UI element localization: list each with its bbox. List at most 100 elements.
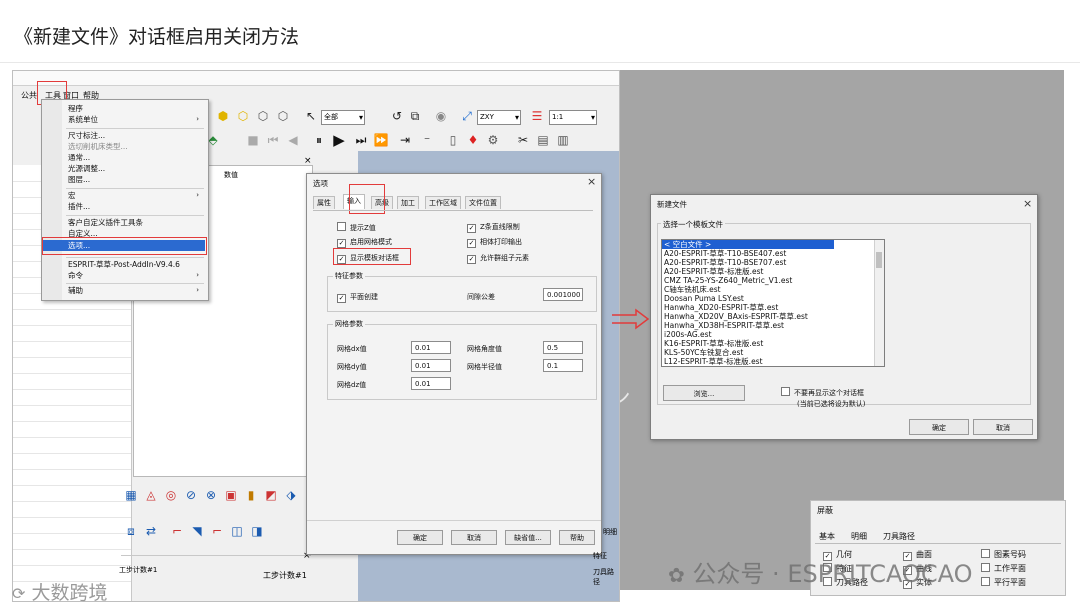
sim-dash-icon[interactable]: ⁻: [419, 132, 435, 148]
tool-icon[interactable]: ▯: [445, 132, 461, 148]
check-group-children[interactable]: ✓ 允许群组子元素: [467, 253, 529, 264]
close-icon[interactable]: ×: [587, 175, 596, 188]
redo-icon[interactable]: ⧉: [407, 108, 423, 124]
ok-button[interactable]: 确定: [909, 419, 969, 435]
pane-close-icon[interactable]: ×: [304, 156, 312, 166]
list-item[interactable]: Hanwha_XD38H-ESPRIT-草草.est: [662, 321, 884, 330]
grid-angle-input[interactable]: 0.5: [543, 341, 583, 354]
grid-dx-input[interactable]: 0.01: [411, 341, 451, 354]
check-parallel-plane[interactable]: 平行平面: [981, 577, 1026, 588]
menu-item-general[interactable]: 通常...: [68, 152, 90, 163]
circle-slash-icon[interactable]: ⊘: [183, 487, 199, 503]
ok-button[interactable]: 确定: [397, 530, 443, 545]
list-item[interactable]: Hanwha_XD20-ESPRIT-草草.est: [662, 303, 884, 312]
stop-icon[interactable]: ◉: [433, 108, 449, 124]
layers-stack-icon[interactable]: ⬗: [283, 487, 299, 503]
surface-icon[interactable]: ◩: [263, 487, 279, 503]
swap-icon[interactable]: ⇄: [143, 523, 159, 539]
scale-combo[interactable]: 1:1: [549, 110, 597, 125]
list-item[interactable]: Hanwha_XD20V_BAxis-ESPRIT-草草.est: [662, 312, 884, 321]
list-item[interactable]: KLS-50YC车铣复合.est: [662, 348, 884, 357]
check-bold-print[interactable]: ✓ 相体打印输出: [467, 237, 522, 248]
sim-play-icon[interactable]: ▶: [331, 132, 347, 148]
grid-dz-input[interactable]: 0.01: [411, 377, 451, 390]
bend-icon[interactable]: ⌐: [169, 523, 185, 539]
defaults-button[interactable]: 缺省值...: [505, 530, 551, 545]
check-prompt-z[interactable]: 提示Z值: [337, 222, 376, 233]
check-work-plane[interactable]: 工作平面: [981, 563, 1026, 574]
tab-machining[interactable]: 加工: [397, 196, 419, 209]
menu-item-post-addin[interactable]: ESPRIT-草草-Post-AddIn-V9.4.6: [68, 259, 180, 270]
sim-stop-icon[interactable]: ■: [245, 132, 261, 148]
menu-item-light[interactable]: 光源调整...: [68, 163, 105, 174]
list-scrollbar[interactable]: [874, 240, 884, 366]
browse-button[interactable]: 浏览...: [663, 385, 745, 401]
gap-tolerance-input[interactable]: 0.001000: [543, 288, 583, 301]
cube-yellow-icon[interactable]: ⬢: [215, 108, 231, 124]
menu-item-dimension[interactable]: 尺寸标注...: [68, 130, 105, 141]
menu-item-program[interactable]: 程序 ›: [68, 103, 83, 114]
grid-radius-input[interactable]: 0.1: [543, 359, 583, 372]
sim-marker-icon[interactable]: ♦: [465, 132, 481, 148]
list-item[interactable]: C轴车铣机床.est: [662, 285, 884, 294]
frame-icon[interactable]: ⧈: [123, 523, 139, 539]
check-element-number[interactable]: 图素号码: [981, 549, 1026, 560]
list-item[interactable]: K16-ESPRIT-草草-标准版.est: [662, 339, 884, 348]
menu-item-command[interactable]: 命令 ›: [68, 270, 204, 281]
sim-back-icon[interactable]: ◀: [285, 132, 301, 148]
undo-icon[interactable]: ↺: [389, 108, 405, 124]
menu-item-assist[interactable]: 辅助 ›: [68, 285, 204, 296]
list-item[interactable]: A20-ESPRIT-草草-标准版.est: [662, 267, 884, 276]
menu-common[interactable]: 公共: [21, 90, 37, 101]
menu-item-addin[interactable]: 插件...: [68, 201, 90, 212]
menu-item-macro[interactable]: 宏 ›: [68, 190, 204, 201]
sim-pause-icon[interactable]: ⏸: [311, 132, 327, 148]
cancel-button[interactable]: 取消: [973, 419, 1033, 435]
list-item[interactable]: Doosan Puma LSY.est: [662, 294, 884, 303]
profile-icon[interactable]: ⌐: [209, 523, 225, 539]
cancel-button[interactable]: 取消: [451, 530, 497, 545]
list-item[interactable]: < 空白文件 >: [662, 240, 834, 249]
cylinder-icon[interactable]: ▮: [243, 487, 259, 503]
dont-show-again-checkbox[interactable]: 不要再显示这个对话框: [781, 387, 864, 398]
grid-icon[interactable]: ▦: [123, 487, 139, 503]
circle-cross-icon[interactable]: ⊗: [203, 487, 219, 503]
tab-detail[interactable]: 明细: [851, 531, 867, 542]
cube-hidden-icon[interactable]: ⬡: [275, 108, 291, 124]
axis-icon[interactable]: ⤢: [459, 108, 475, 124]
list-item[interactable]: A20-ESPRIT-草草-T10-BSE407.est: [662, 249, 884, 258]
cube-wire-icon[interactable]: ⬡: [255, 108, 271, 124]
check-grid-mode[interactable]: ✓ 启用网格模式: [337, 237, 392, 248]
filter-combo[interactable]: 全部: [321, 110, 365, 125]
menu-item-custom-toolbar[interactable]: 客户自定义插件工具条: [68, 217, 143, 228]
tab-basic[interactable]: 基本: [819, 531, 835, 542]
list-item[interactable]: L12-ESPRIT-草草-标准版.est: [662, 357, 884, 366]
tab-file-locations[interactable]: 文件位置: [465, 196, 501, 209]
list-item[interactable]: CMZ TA-25-YS-Z640_Metric_V1.est: [662, 276, 884, 285]
tab-toolpath[interactable]: 刀具路径: [883, 531, 915, 542]
sim-end-icon[interactable]: ⏩: [373, 132, 389, 148]
template-list[interactable]: < 空白文件 > A20-ESPRIT-草草-T10-BSE407.est A2…: [661, 239, 885, 367]
close-icon[interactable]: ×: [1023, 197, 1032, 210]
list-item[interactable]: i200s-AG.est: [662, 330, 884, 339]
help-button[interactable]: 帮助: [559, 530, 595, 545]
sim-exit-icon[interactable]: ⇥: [397, 132, 413, 148]
check-plane-create[interactable]: ✓ 平面创建: [337, 292, 378, 303]
grid-dy-input[interactable]: 0.01: [411, 359, 451, 372]
cube-face-icon[interactable]: ⬡: [235, 108, 251, 124]
tab-properties[interactable]: 属性: [313, 196, 335, 209]
menu-item-system-units[interactable]: 系统单位 ›: [68, 114, 204, 125]
export-icon[interactable]: ▥: [555, 132, 571, 148]
sim-step-icon[interactable]: ⏭: [353, 132, 369, 148]
triangle-icon[interactable]: ◬: [143, 487, 159, 503]
menu-item-machine-type[interactable]: 选切削机床类型...: [68, 141, 128, 152]
shell-icon[interactable]: ◨: [249, 523, 265, 539]
list-item[interactable]: A20-ESPRIT-草草-T10-BSE707.est: [662, 258, 884, 267]
menu-item-layer[interactable]: 图层...: [68, 174, 90, 185]
layers-icon[interactable]: ☰: [529, 108, 545, 124]
check-z-line-limit[interactable]: ✓ Z条直线限制: [467, 222, 520, 233]
circle-target-icon[interactable]: ◎: [163, 487, 179, 503]
sim-start-icon[interactable]: ⏮: [265, 132, 281, 148]
solid-icon[interactable]: ◫: [229, 523, 245, 539]
select-arrow-icon[interactable]: ↖: [303, 108, 319, 124]
